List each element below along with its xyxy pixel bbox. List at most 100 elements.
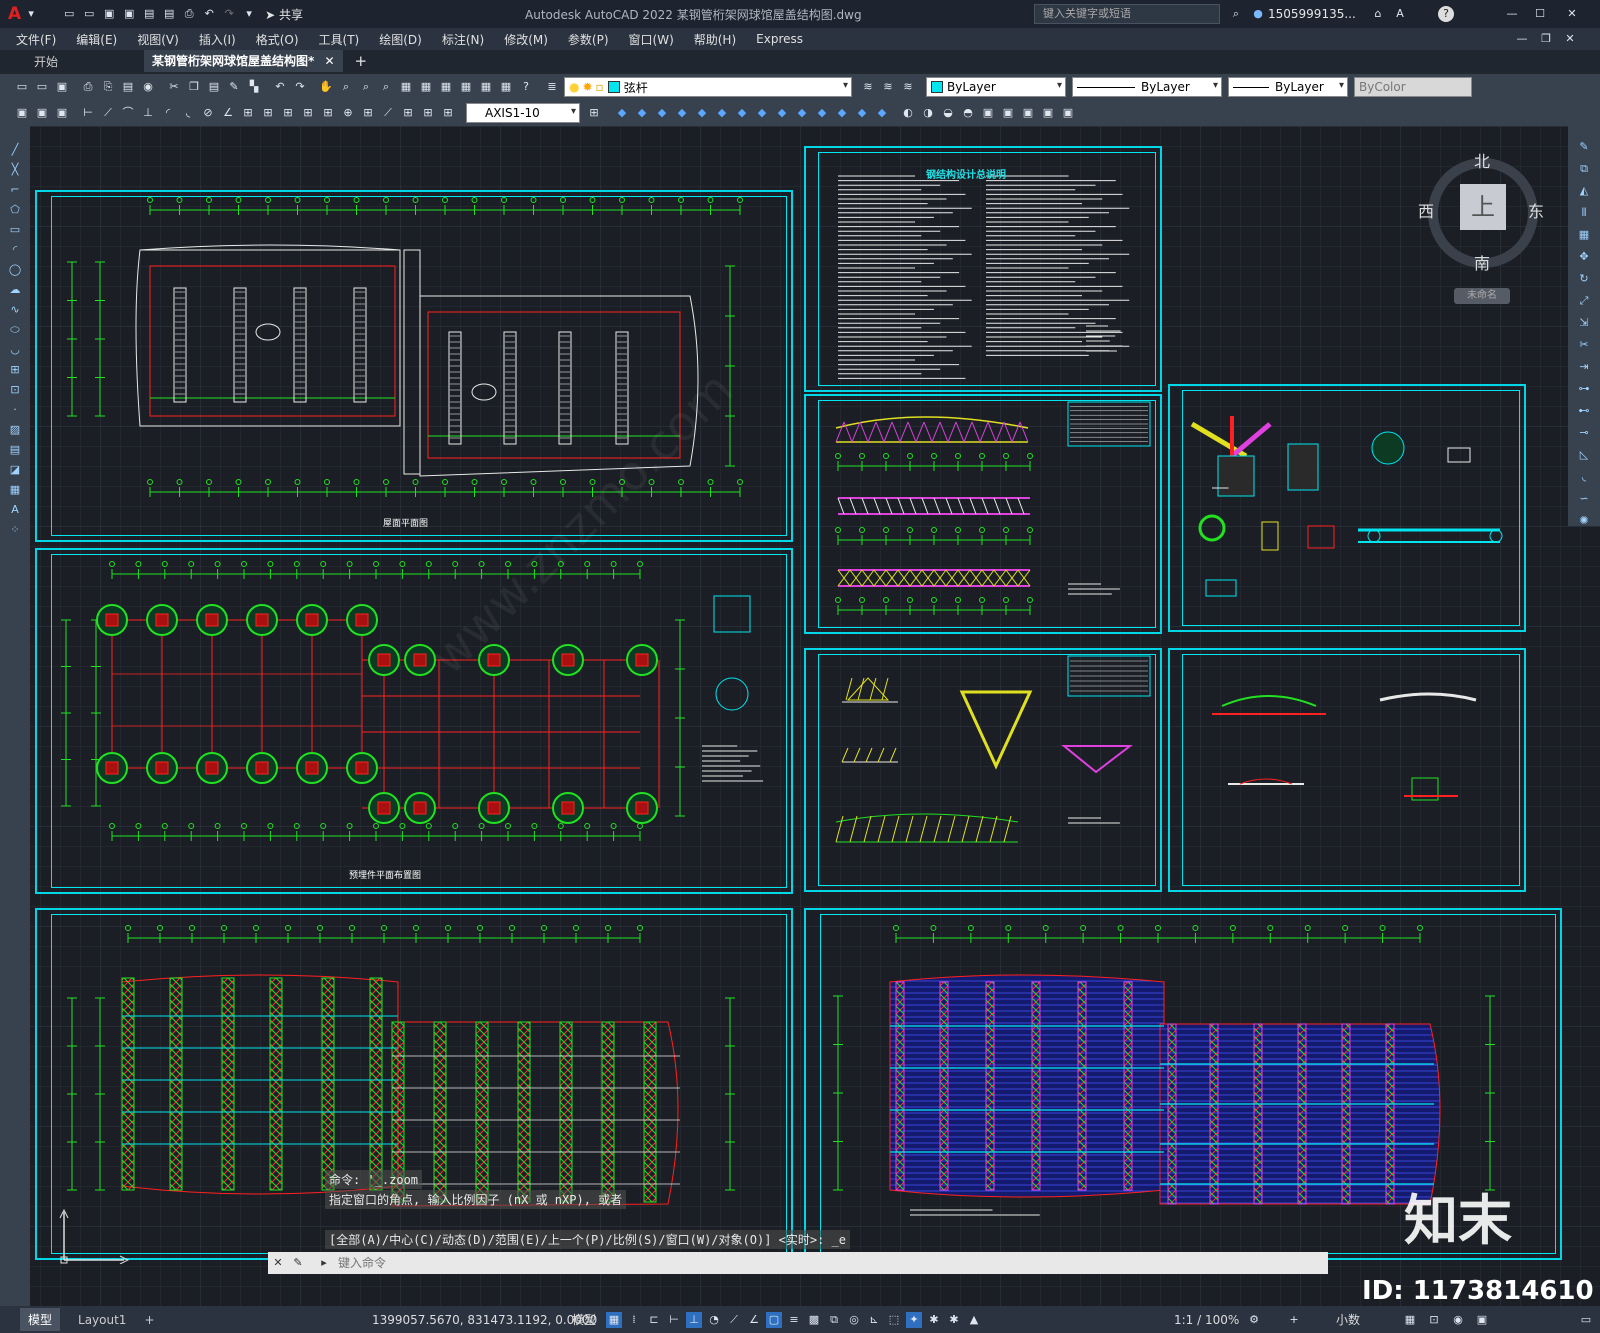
polygon-icon[interactable]: ⬠ [7,202,23,218]
sheet-truss-sections[interactable] [804,648,1162,892]
isolate-icon[interactable]: ◉ [1450,1312,1466,1328]
web-save-icon[interactable]: ▤ [141,6,157,22]
app-logo[interactable]: A [8,4,21,24]
save-icon[interactable]: ▣ [54,79,70,95]
new-file-icon[interactable]: ▭ [61,6,77,22]
share-button[interactable]: ➤ 共享 [265,6,303,23]
menu-insert[interactable]: 插入(I) [199,31,236,48]
doc-close-icon[interactable]: ✕ [1562,31,1578,47]
ucs-world-icon[interactable]: ◆ [634,105,650,121]
material-icon[interactable]: ◒ [940,105,956,121]
sheet-support-details[interactable] [1168,648,1526,892]
sheet-roof-plan[interactable]: 屋面平面图 [35,190,793,542]
calculator-icon[interactable]: ▦ [498,79,514,95]
break-icon[interactable]: ⊷ [1576,403,1592,419]
sheet-truss-elevation[interactable] [804,394,1162,634]
menu-draw[interactable]: 绘图(D) [379,31,422,48]
layer-state-icon[interactable]: ≋ [900,79,916,95]
diameter-dim-icon[interactable]: ⊘ [200,105,216,121]
doc-minimize-icon[interactable]: — [1514,31,1530,47]
dynamic-input-icon[interactable]: ⊢ [666,1312,682,1328]
menu-window[interactable]: 窗口(W) [629,31,674,48]
help-icon[interactable]: ? [1438,6,1454,22]
jogged-linear-icon[interactable]: ⟋ [380,105,396,121]
layer-walk-icon[interactable]: ▣ [54,105,70,121]
aligned-dim-icon[interactable]: ⟋ [100,105,116,121]
block-editor-icon[interactable]: ▚ [246,79,262,95]
draw-order-icon[interactable]: ▣ [14,105,30,121]
copy-icon[interactable]: ❐ [186,79,202,95]
sheet-embed-plan[interactable]: 预埋件平面布置图 [35,548,793,894]
close-icon[interactable]: ✕ [270,1255,286,1271]
quick-dim-icon[interactable]: ⊞ [240,105,256,121]
tab-layout1[interactable]: Layout1 [70,1310,134,1330]
grid-icon[interactable]: ▦ [606,1311,622,1328]
make-current-icon[interactable]: ≋ [860,79,876,95]
properties-icon[interactable]: ▦ [398,79,414,95]
publish-icon[interactable]: ▤ [161,6,177,22]
menu-edit[interactable]: 编辑(E) [76,31,117,48]
compass-north[interactable]: 北 [1474,148,1490,172]
cut-icon[interactable]: ✂ [166,79,182,95]
user-name[interactable]: 1505999135... [1268,7,1356,21]
layer-previous-icon[interactable]: ≋ [880,79,896,95]
plus-icon[interactable]: + [1286,1312,1302,1328]
add-selected-icon[interactable]: ⁘ [7,522,23,538]
sheet-icon[interactable]: ◉ [140,79,156,95]
units-display[interactable]: 小数 [1336,1311,1360,1328]
dimstyle-manager-icon[interactable]: ⊞ [586,105,602,121]
sheet-design-notes[interactable]: 钢结构设计总说明 [804,146,1162,392]
zoom-window-icon[interactable]: ⌕ [358,79,374,95]
dimstyle-dropdown[interactable]: AXIS1-10 ▾ [466,103,580,123]
menu-tools[interactable]: 工具(T) [319,31,360,48]
offset-icon[interactable]: ⫴ [1576,205,1592,221]
angular-dim-icon[interactable]: ∠ [220,105,236,121]
osnap-icon[interactable]: ▢ [766,1311,782,1328]
help-icon[interactable]: ? [518,79,534,95]
menu-view[interactable]: 视图(V) [137,31,179,48]
layer-dropdown[interactable]: ● ✹ ▫ 弦杆 ▾ [564,77,852,97]
ucs-previous-icon[interactable]: ◆ [654,105,670,121]
revcloud-icon[interactable]: ☁ [7,282,23,298]
construction-line-icon[interactable]: ╳ [7,162,23,178]
viewcube[interactable]: 北 南 东 西 上 未命名 [1418,148,1544,328]
linear-dim-icon[interactable]: ⊢ [80,105,96,121]
erase-icon[interactable]: ✎ [1576,139,1592,155]
object-tracking-icon[interactable]: ∠ [746,1312,762,1328]
lineweight-dropdown[interactable]: ByLayer ▾ [1228,77,1348,97]
auto-scale-icon[interactable]: ✱ [946,1312,962,1328]
ucs-menu[interactable]: 未命名 [1454,288,1510,304]
explode-icon[interactable]: ✺ [1576,513,1592,529]
join-icon[interactable]: ⊸ [1576,425,1592,441]
cart-icon[interactable]: ⌂ [1370,6,1386,22]
hatch-icon[interactable]: ▨ [7,422,23,438]
menu-express[interactable]: Express [756,32,803,46]
undo-icon[interactable]: ↶ [201,6,217,22]
plot-icon[interactable]: ⎙ [80,79,96,95]
annotation-scale[interactable]: 1:1 / 100% [1174,1313,1239,1327]
annotation-scale-icon[interactable]: ▲ [966,1312,982,1328]
ordinate-dim-icon[interactable]: ⊥ [140,105,156,121]
ucs-3point-icon[interactable]: ◆ [774,105,790,121]
search-box[interactable]: 键入关键字或短语 [1034,4,1220,24]
autodesk-app-icon[interactable]: A [1392,6,1408,22]
preview-icon[interactable]: ⎘ [100,79,116,95]
scale-icon[interactable]: ⤢ [1576,293,1592,309]
isodraft-icon[interactable]: ⟋ [726,1312,742,1328]
doc-restore-icon[interactable]: ❐ [1538,31,1554,47]
continue-dim-icon[interactable]: ⊞ [280,105,296,121]
plot-icon[interactable]: ⎙ [181,6,197,22]
compass-west[interactable]: 西 [1418,198,1434,222]
linetype-dropdown[interactable]: ByLayer ▾ [1072,77,1222,97]
ucs-zrot-icon[interactable]: ◆ [834,105,850,121]
stretch-icon[interactable]: ⇲ [1576,315,1592,331]
design-center-icon[interactable]: ▦ [418,79,434,95]
trim-icon[interactable]: ✂ [1576,337,1592,353]
break-point-icon[interactable]: ⊶ [1576,381,1592,397]
tab-start[interactable]: 开始 [34,53,144,70]
zoom-previous-icon[interactable]: ⌕ [378,79,394,95]
snap-icon[interactable]: ⁞ [626,1312,642,1328]
dim-space-icon[interactable]: ⊞ [300,105,316,121]
plotstyle-dropdown[interactable]: ByColor [1354,77,1472,97]
polyline-icon[interactable]: ⌐ [7,182,23,198]
